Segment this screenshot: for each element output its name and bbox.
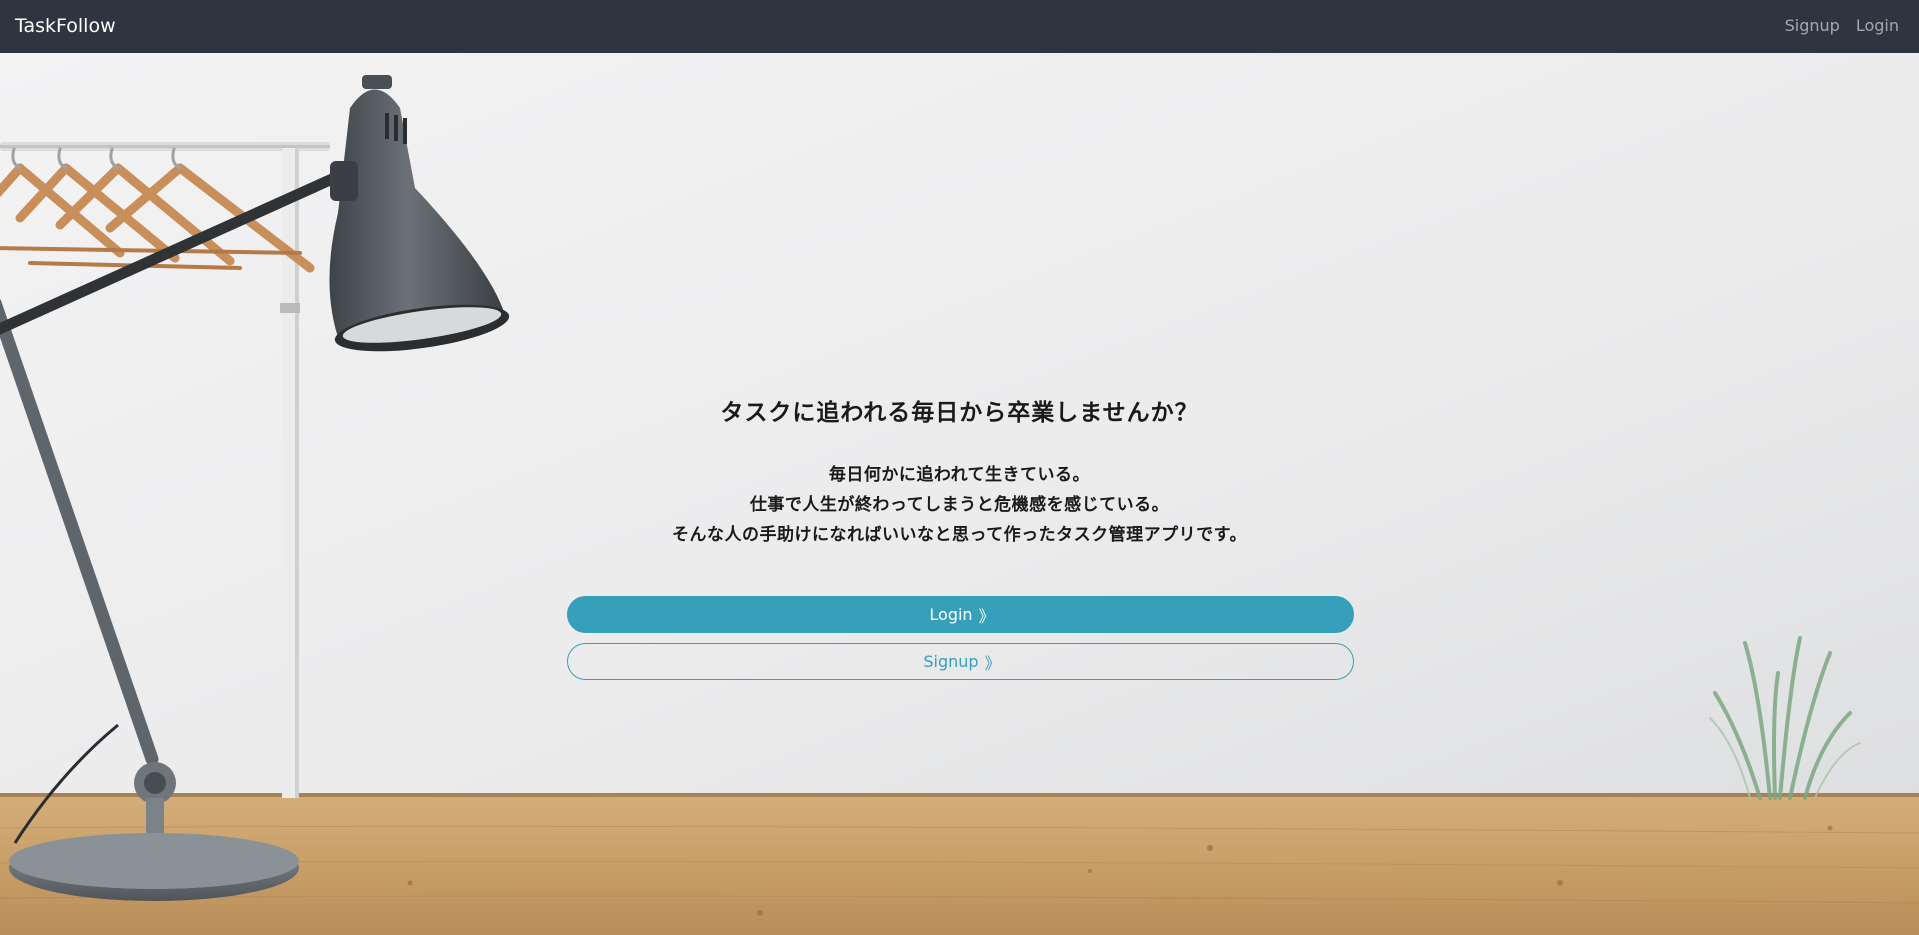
- nav-signup-link[interactable]: Signup: [1785, 16, 1840, 36]
- hero-headline: タスクに追われる毎日から卒業しませんか？: [720, 399, 1199, 426]
- double-chevron-right-icon: 》: [984, 653, 1001, 673]
- description-line: そんな人の手助けになればいいなと思って作ったタスク管理アプリです。: [672, 525, 1247, 545]
- signup-button[interactable]: Signup 》: [567, 643, 1354, 680]
- description-line: 仕事で人生が終わってしまうと危機感を感じている。: [749, 495, 1170, 515]
- signup-button-label: Signup: [923, 652, 979, 671]
- brand-logo[interactable]: TaskFollow: [15, 14, 116, 38]
- login-button-label: Login: [929, 605, 973, 624]
- navbar: TaskFollow Signup Login: [0, 0, 1919, 53]
- description-line: 毎日何かに追われて生きている。: [828, 465, 1091, 485]
- login-button[interactable]: Login 》: [567, 596, 1354, 633]
- nav-links: Signup Login: [1785, 16, 1899, 36]
- hero-description: 毎日何かに追われて生きている。 仕事で人生が終わってしまうと危機感を感じている。…: [0, 460, 1919, 550]
- page: TaskFollow Signup Login タスクに追われる毎日から卒業しま…: [0, 0, 1919, 935]
- nav-login-link[interactable]: Login: [1856, 16, 1899, 36]
- double-chevron-right-icon: 》: [978, 606, 995, 626]
